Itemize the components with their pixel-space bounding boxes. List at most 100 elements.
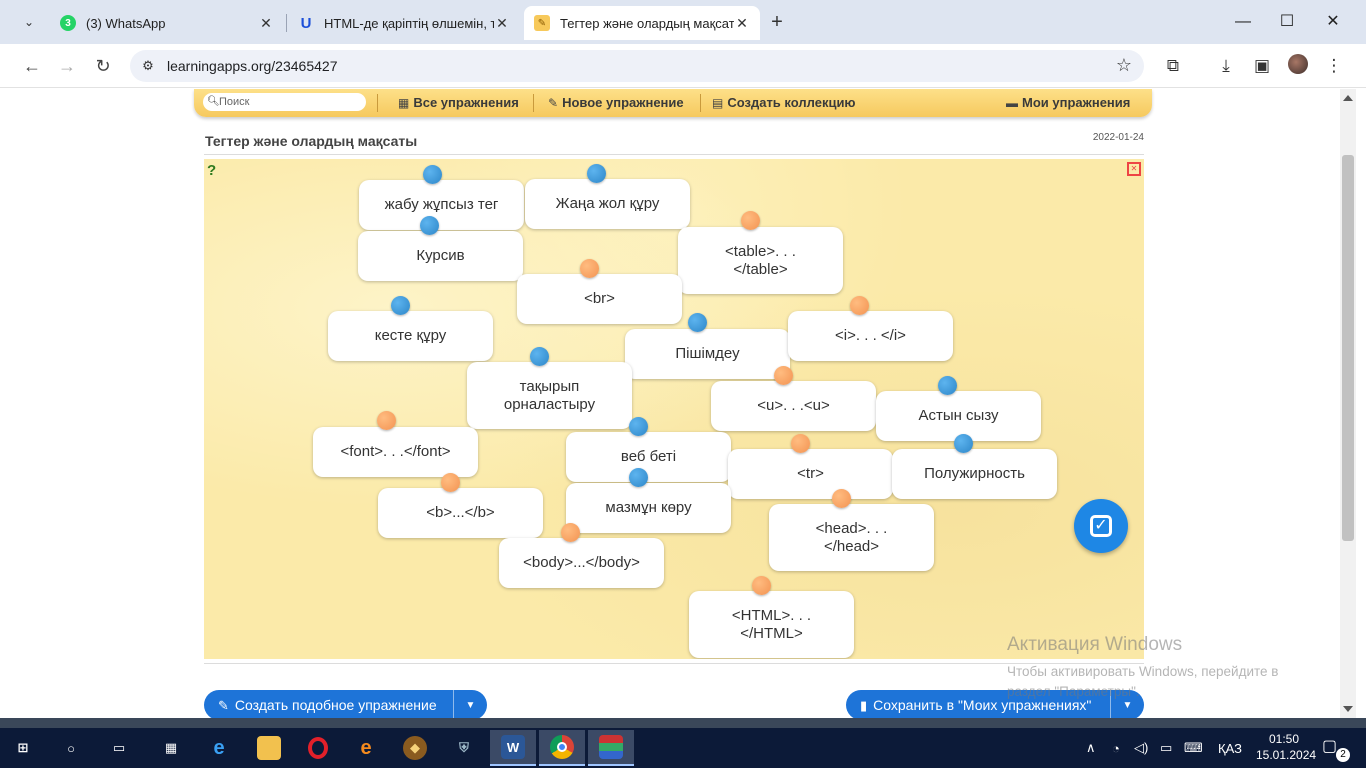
- orange-pin-icon[interactable]: [580, 259, 599, 278]
- word-app[interactable]: W: [490, 730, 536, 766]
- scroll-up-arrow-icon[interactable]: [1343, 95, 1353, 101]
- create-similar-button[interactable]: ✎ Создать подобное упражнение ▼: [204, 690, 487, 718]
- task-view-button[interactable]: ▭: [96, 730, 142, 766]
- new-tab-button[interactable]: +: [764, 10, 790, 36]
- close-icon[interactable]: ✕: [734, 15, 750, 32]
- scrollbar-thumb[interactable]: [1342, 155, 1354, 541]
- back-icon[interactable]: ←: [18, 52, 46, 80]
- answer-card[interactable]: <u>. . .<u>: [711, 381, 876, 431]
- extensions-icon[interactable]: ⧉: [1161, 54, 1185, 78]
- divider: [204, 663, 1144, 664]
- my-exercises-link[interactable]: ▬ Мои упражнения: [1006, 95, 1130, 110]
- orange-pin-icon[interactable]: [752, 576, 771, 595]
- download-icon[interactable]: ⤓: [1214, 54, 1238, 78]
- side-panel-icon[interactable]: ▣: [1250, 54, 1274, 78]
- blue-pin-icon[interactable]: [587, 164, 606, 183]
- create-collection-link[interactable]: ▤ Создать коллекцию: [712, 95, 856, 110]
- answer-card[interactable]: кесте құру: [328, 311, 493, 361]
- blue-pin-icon[interactable]: [530, 347, 549, 366]
- game-app[interactable]: ◆: [392, 730, 438, 766]
- battery-icon[interactable]: ▭: [1160, 728, 1172, 768]
- reload-icon[interactable]: ↻: [89, 52, 117, 80]
- search-input[interactable]: 🔍︎ Поиск: [203, 93, 366, 111]
- new-exercise-link[interactable]: ✎ Новое упражнение: [548, 95, 684, 110]
- orange-pin-icon[interactable]: [832, 489, 851, 508]
- blue-pin-icon[interactable]: [420, 216, 439, 235]
- orange-pin-icon[interactable]: [441, 473, 460, 492]
- keyboard-icon[interactable]: ⌨: [1184, 728, 1203, 768]
- winrar-app[interactable]: [588, 730, 634, 766]
- blue-pin-icon[interactable]: [688, 313, 707, 332]
- ie-app[interactable]: e: [343, 730, 389, 766]
- clock[interactable]: 01:50 15.01.2024: [1256, 731, 1316, 763]
- site-info-icon[interactable]: ⚙: [140, 58, 156, 74]
- menu-dots-icon[interactable]: ⋮: [1322, 54, 1346, 78]
- close-icon[interactable]: ✕: [258, 15, 274, 32]
- all-exercises-link[interactable]: ▦ Все упражнения: [398, 95, 519, 110]
- tab-learningapps[interactable]: ✎ Тегтер және олардың мақсаты ✕: [524, 6, 760, 40]
- fullscreen-icon[interactable]: ✕: [1127, 162, 1141, 176]
- close-window-button[interactable]: ✕: [1310, 8, 1356, 36]
- chrome-app[interactable]: [539, 730, 585, 766]
- orange-pin-icon[interactable]: [377, 411, 396, 430]
- answer-card[interactable]: <HTML>. . . </HTML>: [689, 591, 854, 658]
- help-icon[interactable]: ?: [207, 162, 224, 179]
- store-app[interactable]: ▦: [148, 730, 194, 766]
- answer-card[interactable]: Жаңа жол құру: [525, 179, 690, 229]
- answer-card[interactable]: <b>...</b>: [378, 488, 543, 538]
- url-text[interactable]: learningapps.org/23465427: [167, 58, 337, 74]
- answer-card[interactable]: мазмұн көру: [566, 483, 731, 533]
- blue-pin-icon[interactable]: [629, 468, 648, 487]
- tab-whatsapp[interactable]: 3 (3) WhatsApp ✕: [50, 6, 284, 40]
- orange-pin-icon[interactable]: [741, 211, 760, 230]
- tab-search-dropdown-icon[interactable]: ⌄: [14, 8, 44, 36]
- answer-card[interactable]: Курсив: [358, 231, 523, 281]
- scroll-down-arrow-icon[interactable]: [1343, 706, 1353, 712]
- blue-pin-icon[interactable]: [954, 434, 973, 453]
- notifications-button[interactable]: ▢ 2: [1322, 736, 1350, 762]
- answer-card[interactable]: <table>. . . </table>: [678, 227, 843, 294]
- answer-card[interactable]: <font>. . .</font>: [313, 427, 478, 477]
- explorer-app[interactable]: [246, 730, 292, 766]
- opera-app[interactable]: [295, 730, 341, 766]
- minimize-button[interactable]: —: [1220, 8, 1266, 36]
- check-answers-button[interactable]: ✓: [1074, 499, 1128, 553]
- orange-pin-icon[interactable]: [774, 366, 793, 385]
- answer-card[interactable]: веб беті: [566, 432, 731, 482]
- blue-pin-icon[interactable]: [391, 296, 410, 315]
- network-icon[interactable]: ◔: [1112, 728, 1120, 768]
- answer-card[interactable]: тақырып орналастыру: [467, 362, 632, 429]
- card-label: <head>. . . </head>: [815, 519, 888, 555]
- start-button[interactable]: ⊞: [0, 730, 46, 766]
- search-button[interactable]: ○: [48, 730, 94, 766]
- answer-card[interactable]: Астын сызу: [876, 391, 1041, 441]
- address-bar[interactable]: ⚙ learningapps.org/23465427 ☆: [130, 50, 1144, 82]
- caret-down-icon[interactable]: ▼: [453, 690, 487, 718]
- blue-pin-icon[interactable]: [423, 165, 442, 184]
- language-indicator[interactable]: ҚАЗ: [1218, 728, 1242, 768]
- forward-icon[interactable]: →: [53, 52, 81, 80]
- profile-avatar[interactable]: [1288, 54, 1308, 74]
- answer-card[interactable]: <body>...</body>: [499, 538, 664, 588]
- blue-pin-icon[interactable]: [629, 417, 648, 436]
- page-scrollbar[interactable]: [1340, 89, 1356, 718]
- answer-card[interactable]: <i>. . . </i>: [788, 311, 953, 361]
- bookmark-star-icon[interactable]: ☆: [1116, 55, 1132, 76]
- answer-card[interactable]: <br>: [517, 274, 682, 324]
- volume-icon[interactable]: ◁): [1134, 728, 1148, 768]
- blue-pin-icon[interactable]: [938, 376, 957, 395]
- answer-card[interactable]: <head>. . . </head>: [769, 504, 934, 571]
- orange-pin-icon[interactable]: [791, 434, 810, 453]
- maximize-button[interactable]: ☐: [1264, 8, 1310, 36]
- tab-html-font[interactable]: U HTML-де қаріптің өлшемін, түр ✕: [288, 6, 520, 40]
- answer-card[interactable]: Пішімдеу: [625, 329, 790, 379]
- answer-card[interactable]: <tr>: [728, 449, 893, 499]
- wot-app[interactable]: ⛨: [441, 730, 487, 766]
- close-icon[interactable]: ✕: [494, 15, 510, 32]
- orange-pin-icon[interactable]: [561, 523, 580, 542]
- orange-pin-icon[interactable]: [850, 296, 869, 315]
- answer-card[interactable]: жабу жұпсыз тег: [359, 180, 524, 230]
- answer-card[interactable]: Полужирность: [892, 449, 1057, 499]
- edge-app[interactable]: e: [196, 730, 242, 766]
- tray-show-hidden-icon[interactable]: ∧: [1086, 728, 1096, 768]
